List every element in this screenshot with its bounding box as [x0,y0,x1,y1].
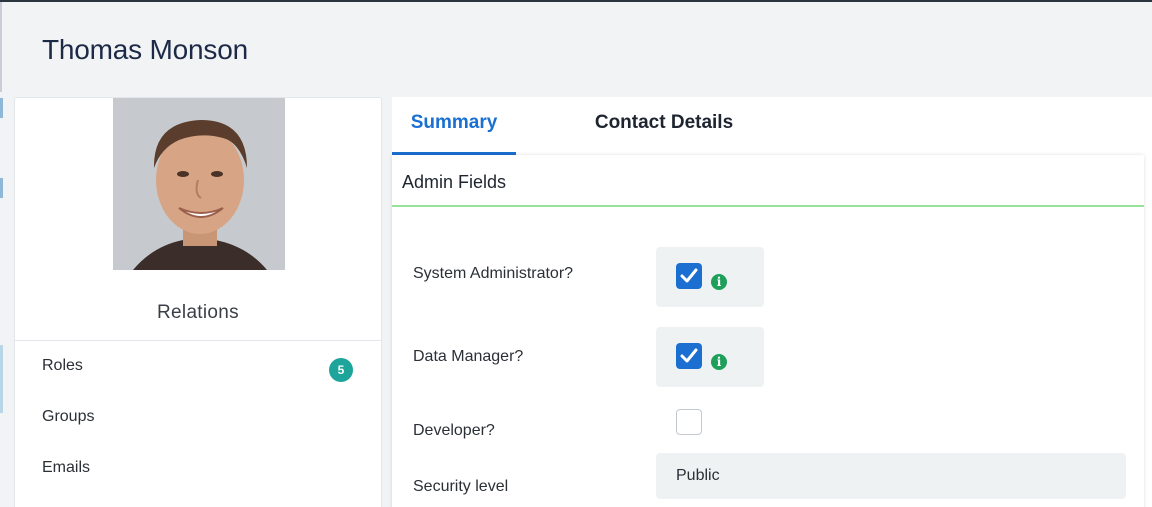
edge-marker [0,178,3,198]
tab-bar: Summary Contact Details [392,97,1152,155]
tab-summary[interactable]: Summary [392,97,516,155]
count-badge: 5 [329,358,353,382]
details-panel: Summary Contact Details Admin Fields Sys… [392,97,1152,507]
relations-item-label: Emails [42,459,91,476]
info-icon[interactable]: i [711,274,727,290]
relations-title: Relations [157,302,239,323]
edge-marker [0,98,3,118]
checkmark-icon [680,348,698,363]
relations-item-emails[interactable]: Emails [15,455,381,506]
relations-list: Roles 5 Groups Emails [15,353,381,506]
relations-item-label: Groups [42,408,95,425]
profile-panel: Relations Roles 5 Groups Emails [14,97,382,507]
info-icon[interactable]: i [711,354,727,370]
security-level-select[interactable]: Public [656,453,1126,499]
page-title: Thomas Monson [42,34,248,65]
checkmark-icon [680,268,698,283]
data-manager-label: Data Manager? [413,348,524,365]
system-admin-field [656,247,764,307]
page-header: Thomas Monson [0,2,1152,92]
system-admin-label: System Administrator? [413,265,574,282]
developer-label: Developer? [413,422,495,439]
system-admin-checkbox[interactable] [676,263,702,289]
security-level-label: Security level [413,478,509,495]
tab-contact-details[interactable]: Contact Details [574,97,754,155]
data-manager-checkbox[interactable] [676,343,702,369]
user-photo [113,98,285,270]
developer-checkbox[interactable] [676,409,702,435]
card-title: Admin Fields [392,155,1144,207]
relations-item-roles[interactable]: Roles 5 [15,353,381,404]
data-manager-field [656,327,764,387]
relations-item-label: Roles [42,357,83,374]
edge-marker [0,345,3,413]
relations-item-groups[interactable]: Groups [15,404,381,455]
divider [15,340,381,341]
avatar [113,98,285,270]
